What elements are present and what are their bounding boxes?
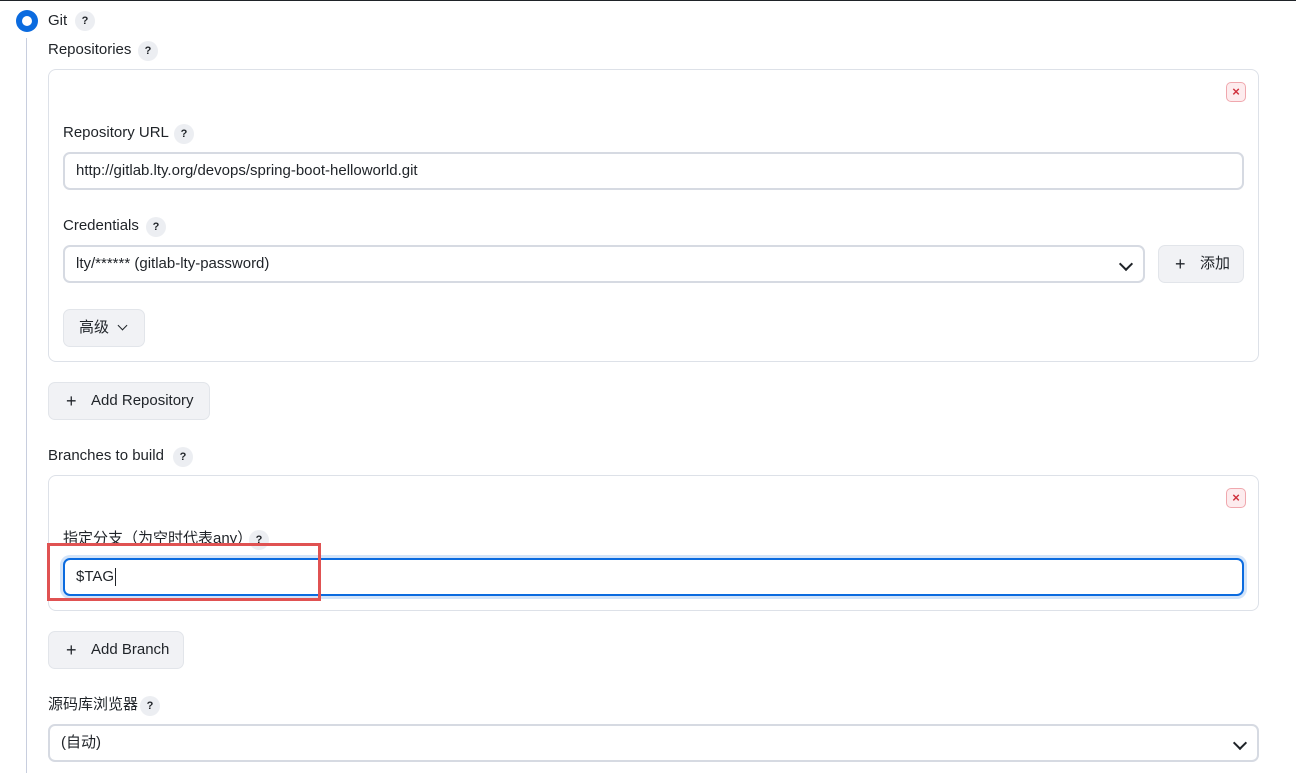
branches-label: Branches to build [48,447,164,464]
chevron-down-icon [1118,256,1134,272]
advanced-button[interactable]: 高级 [63,309,145,347]
credentials-help-icon[interactable]: ? [146,217,166,237]
credentials-selected-value: lty/****** (gitlab-lty-password) [76,255,270,272]
top-border [0,0,1296,1]
git-label: Git [48,12,68,29]
repository-url-input[interactable]: http://gitlab.lty.org/devops/spring-boot… [63,152,1244,190]
chevron-down-icon [1232,735,1248,751]
advanced-label: 高级 [79,319,110,336]
repositories-help-icon[interactable]: ? [138,41,158,61]
section-guide-line [26,38,27,773]
add-repository-label: Add Repository [91,392,194,409]
add-repository-button[interactable]: + Add Repository [48,382,210,420]
repository-browser-select[interactable]: (自动) [48,724,1259,762]
add-credentials-label: 添加 [1200,255,1231,272]
add-branch-label: Add Branch [91,641,170,658]
repositories-label: Repositories [48,41,132,58]
repository-url-help-icon[interactable]: ? [174,124,194,144]
git-radio[interactable] [16,10,38,32]
credentials-label: Credentials [63,217,139,234]
repository-url-label: Repository URL [63,124,169,141]
plus-icon: + [66,640,77,660]
repository-browser-selected-value: (自动) [61,734,101,751]
delete-repository-close-icon[interactable]: × [1226,82,1246,102]
add-credentials-button[interactable]: + 添加 [1158,245,1244,283]
credentials-select[interactable]: lty/****** (gitlab-lty-password) [63,245,1145,283]
plus-icon: + [66,391,77,411]
plus-icon: + [1175,254,1186,274]
annotation-highlight-box [47,543,321,601]
repository-browser-help-icon[interactable]: ? [140,696,160,716]
repository-panel: × [48,69,1259,362]
chevron-down-icon [117,320,128,331]
repository-browser-label: 源码库浏览器 [48,696,139,713]
add-branch-button[interactable]: + Add Branch [48,631,184,669]
git-help-icon[interactable]: ? [75,11,95,31]
branches-help-icon[interactable]: ? [173,447,193,467]
delete-branch-close-icon[interactable]: × [1226,488,1246,508]
